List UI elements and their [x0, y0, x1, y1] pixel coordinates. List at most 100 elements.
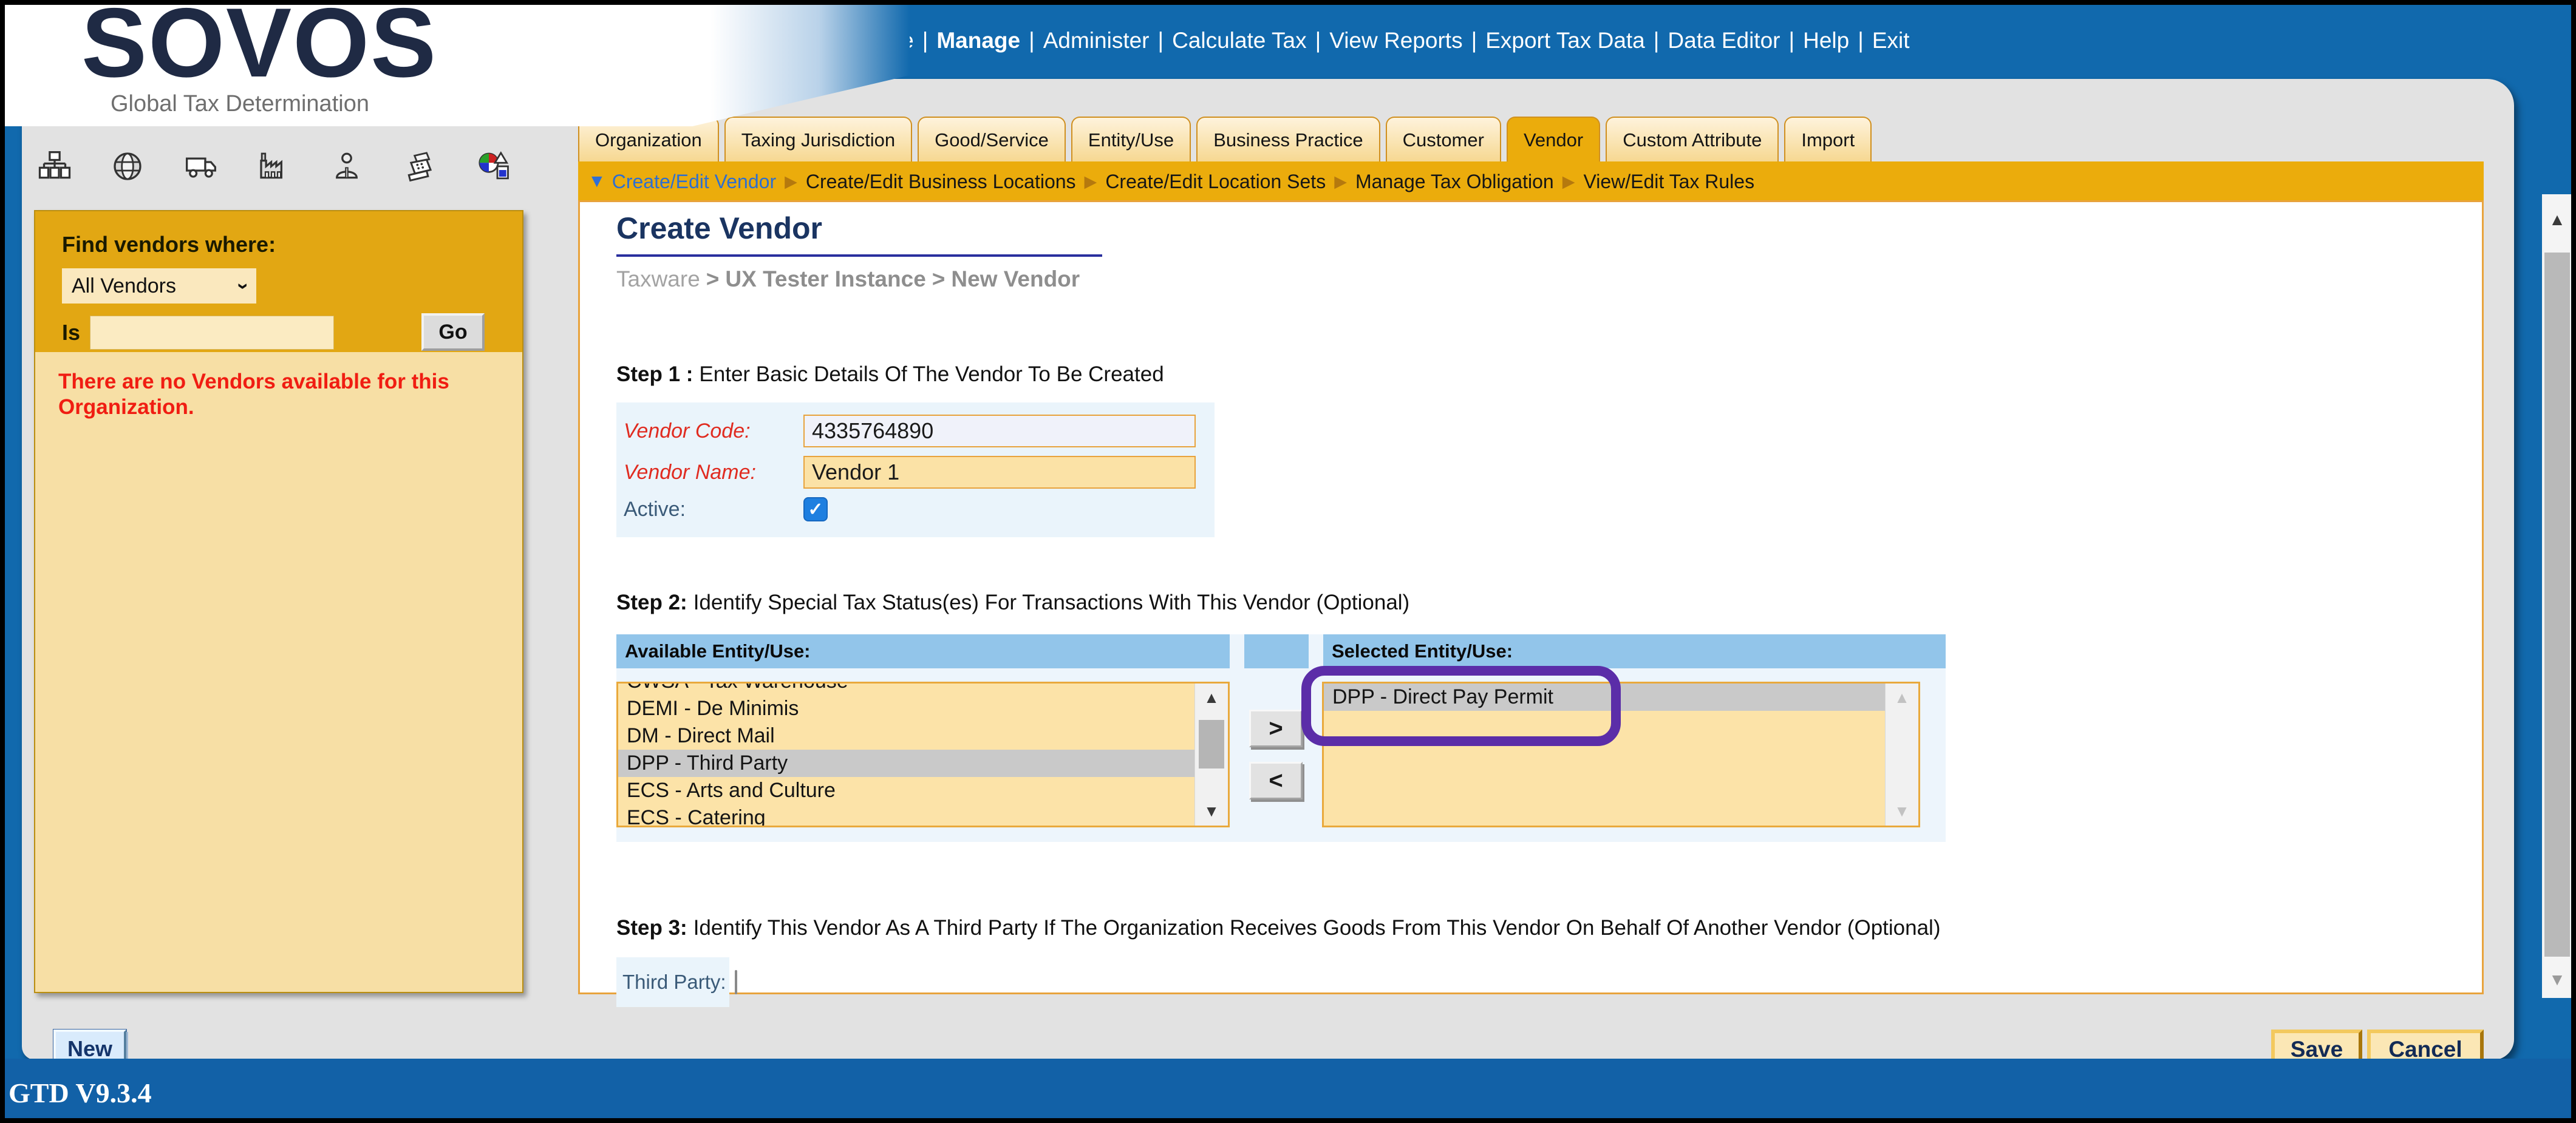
wizard-step-create-edit-location-sets[interactable]: Create/Edit Location Sets [1105, 171, 1326, 193]
available-list-scrollbar[interactable]: ▲ ▼ [1194, 684, 1228, 826]
create-vendor-form: Create Vendor Taxware > UX Tester Instance… [578, 200, 2484, 1007]
truck-icon[interactable] [184, 149, 218, 183]
entity-use-option-ecs-arts-and-culture[interactable]: ECS - Arts and Culture [618, 777, 1201, 804]
middle-header [1244, 634, 1309, 668]
active-label: Active: [624, 497, 686, 521]
selected-header: Selected Entity/Use: [1323, 634, 1946, 668]
wizard-step-create-edit-vendor[interactable]: Create/Edit Vendor [612, 171, 776, 193]
active-checkbox[interactable]: ✓ [803, 497, 828, 521]
factory-icon[interactable] [257, 149, 291, 183]
tab-entity-use[interactable]: Entity/Use [1071, 117, 1191, 163]
nav-item-exit[interactable]: Exit [1872, 28, 1910, 53]
vendor-filter-dropdown[interactable]: All Vendors › [62, 268, 256, 304]
is-label: Is [62, 320, 81, 345]
wizard-step-create-edit-business-locations[interactable]: Create/Edit Business Locations [806, 171, 1076, 193]
step1-box: Vendor Code: Vendor Name: Active: ✓ [616, 402, 1215, 537]
move-left-button[interactable]: < [1249, 762, 1303, 799]
nav-item-data-editor[interactable]: Data Editor [1668, 28, 1780, 53]
scroll-up-icon[interactable]: ▲ [2542, 210, 2571, 229]
step3-heading: Step 3: Identify This Vendor As A Third P… [616, 916, 2482, 940]
scroll-down-icon[interactable]: ▼ [2542, 970, 2571, 989]
cash-register-icon[interactable] [403, 149, 437, 183]
sidebar-toolbar [38, 149, 510, 183]
breadcrumb-separator: > [932, 266, 946, 291]
vendor-name-row: Vendor Name: [624, 456, 1215, 489]
scrollbar-thumb[interactable] [2544, 253, 2570, 957]
tab-vendor[interactable]: Vendor [1506, 117, 1601, 163]
breadcrumb-separator: > [706, 266, 720, 291]
vendor-search-input[interactable] [90, 316, 335, 350]
nav-item-export-tax-data[interactable]: Export Tax Data [1485, 28, 1645, 53]
entity-use-option-ecs-catering[interactable]: ECS - Catering [618, 804, 1201, 826]
person-icon[interactable] [330, 149, 364, 183]
entity-use-option-dm-direct-mail[interactable]: DM - Direct Mail [618, 722, 1201, 750]
entity-use-lists: CWSA - Tax WarehouseDEMI - De MinimisDM … [616, 682, 1946, 827]
nav-separator: | [1788, 28, 1795, 53]
nav-item-manage[interactable]: Manage [936, 28, 1020, 53]
org-chart-icon[interactable] [38, 149, 72, 183]
tab-customer[interactable]: Customer [1385, 117, 1501, 163]
entity-use-option-dpp-third-party[interactable]: DPP - Third Party [618, 750, 1201, 777]
module-tabs: Organization Taxing Jurisdiction Good/Serv… [578, 112, 1877, 163]
available-entity-use-list[interactable]: CWSA - Tax WarehouseDEMI - De MinimisDM … [616, 682, 1230, 827]
tab-taxing-jurisdiction[interactable]: Taxing Jurisdiction [724, 117, 913, 163]
move-right-button[interactable]: > [1249, 710, 1303, 747]
entity-use-option-demi-de-minimis[interactable]: DEMI - De Minimis [618, 695, 1201, 722]
tab-business-practice[interactable]: Business Practice [1196, 117, 1380, 163]
entity-use-picker: Available Entity/Use: Selected Entity/Us… [616, 634, 1946, 842]
vendor-code-label: Vendor Code: [624, 419, 751, 443]
nav-item-help[interactable]: Help [1803, 28, 1849, 53]
breadcrumb-segment-new-vendor[interactable]: New Vendor [951, 266, 1080, 291]
nav-separator: | [1315, 28, 1321, 53]
scroll-up-icon[interactable]: ▲ [1886, 688, 1918, 707]
globe-icon[interactable] [111, 149, 145, 183]
step1-heading: Step 1 : Enter Basic Details Of The Vendo… [616, 362, 2482, 387]
vendor-name-field[interactable] [803, 456, 1196, 489]
scroll-down-icon[interactable]: ▼ [1886, 802, 1918, 821]
scroll-down-icon[interactable]: ▼ [1195, 802, 1228, 821]
selected-entity-use-list[interactable]: DPP - Direct Pay Permit ▲ ▼ [1322, 682, 1920, 827]
selected-list-scrollbar[interactable]: ▲ ▼ [1885, 684, 1918, 826]
tab-import[interactable]: Import [1784, 117, 1872, 163]
wizard-arrow-icon: ▶ [1084, 172, 1097, 191]
vendor-list-area: There are no Vendors available for this … [35, 352, 522, 992]
vendor-code-row: Vendor Code: [624, 415, 1215, 447]
breadcrumb-segment-ux-tester-instance[interactable]: UX Tester Instance [725, 266, 925, 291]
tab-good-service[interactable]: Good/Service [918, 117, 1066, 163]
step3-label: Step 3: [616, 916, 687, 940]
vendor-search-form: Find vendors where: All Vendors › Is Go [35, 211, 522, 352]
available-header: Available Entity/Use: [616, 634, 1230, 668]
breadcrumb: Taxware > UX Tester Instance > New Vendor [616, 266, 2482, 292]
step1-label: Step 1 : [616, 362, 693, 386]
wizard-breadcrumb-bar: ▼ Create/Edit Vendor ▶ Create/Edit Business… [578, 161, 2484, 202]
nav-separator: | [1157, 28, 1164, 53]
step3-text: Identify This Vendor As A Third Party If… [693, 916, 1941, 940]
wizard-step-manage-tax-obligation[interactable]: Manage Tax Obligation [1355, 171, 1554, 193]
wizard-arrow-icon: ▶ [1334, 172, 1347, 191]
vendor-code-field[interactable] [803, 415, 1196, 447]
custom-attribute-icon[interactable] [476, 149, 510, 183]
nav-separator: | [1029, 28, 1035, 53]
step2-text: Identify Special Tax Status(es) For Tran… [693, 591, 1410, 614]
scrollbar-thumb[interactable] [1199, 720, 1224, 768]
go-button[interactable]: Go [421, 313, 485, 351]
tab-custom-attribute[interactable]: Custom Attribute [1606, 117, 1779, 163]
page-scrollbar[interactable]: ▲ ▼ [2542, 194, 2571, 998]
nav-separator: | [922, 28, 929, 53]
step2-label: Step 2: [616, 591, 687, 614]
entity-use-option-cwsa-tax-warehouse[interactable]: CWSA - Tax Warehouse [618, 684, 1201, 695]
third-party-label: Third Party: [622, 971, 726, 993]
wizard-step-view-edit-tax-rules[interactable]: View/Edit Tax Rules [1583, 171, 1754, 193]
scroll-up-icon[interactable]: ▲ [1195, 688, 1228, 707]
active-row: Active: ✓ [624, 497, 1215, 521]
nav-separator: | [1653, 28, 1660, 53]
breadcrumb-segment-taxware[interactable]: Taxware [616, 266, 700, 291]
vendor-name-label: Vendor Name: [624, 460, 756, 484]
wizard-caret-icon: ▼ [588, 171, 606, 191]
entity-use-option-dpp-direct-pay-permit[interactable]: DPP - Direct Pay Permit [1324, 684, 1892, 711]
nav-item-view-reports[interactable]: View Reports [1329, 28, 1462, 53]
nav-separator: | [1471, 28, 1477, 53]
nav-item-calculate-tax[interactable]: Calculate Tax [1172, 28, 1306, 53]
nav-item-administer[interactable]: Administer [1043, 28, 1150, 53]
third-party-checkbox[interactable] [734, 970, 737, 994]
